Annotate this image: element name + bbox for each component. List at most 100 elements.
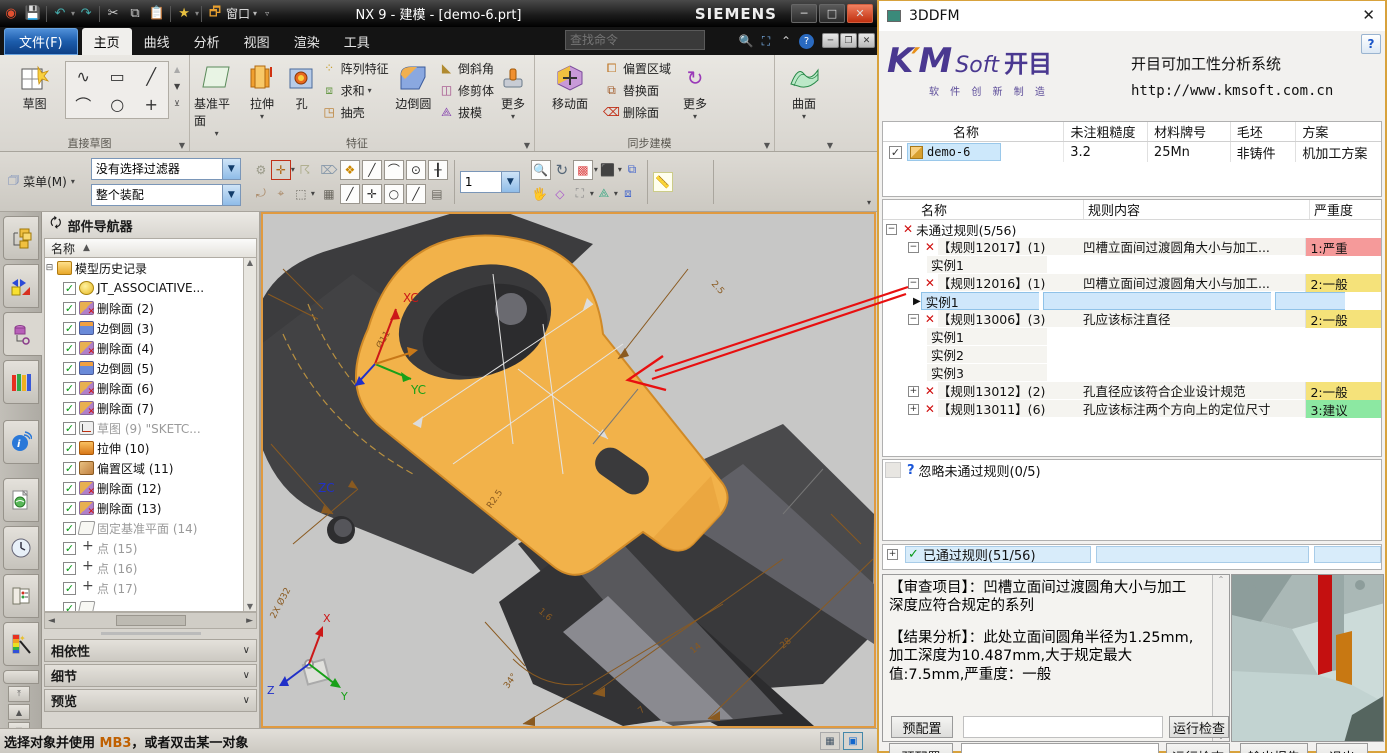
minimize-ribbon-icon[interactable]: ⌃ [776,31,796,51]
selection-priority-icon[interactable]: ✛ [271,160,291,180]
rule-row[interactable]: − ✕ 【规则12016】(1) 凹槽立面间过渡圆角大小与加工... 2:一般 [883,274,1381,292]
rule-group-row[interactable]: − ✕ 未通过规则(5/56) [883,220,1381,238]
checkbox-checked-icon[interactable]: ✓ [63,582,76,595]
col-roughness[interactable]: 未注粗糙度 [1064,122,1148,141]
tree-row[interactable]: ✓删除面 (4) [45,338,256,358]
config-field-inner[interactable] [963,716,1163,738]
status-grid-icon[interactable]: ▦ [820,732,840,750]
search-icon[interactable]: 🔍 [736,31,756,51]
datum-plane-button[interactable]: 基准平面▾ [194,57,239,138]
group-dialog-launcher[interactable]: ▼ [179,141,185,150]
process-history-tab[interactable] [3,526,39,570]
tree-vscrollbar[interactable]: ▲▼ [243,258,256,611]
checkbox-checked-icon[interactable]: ✓ [63,402,76,415]
snap-settings-icon[interactable]: ⚙ [251,160,271,180]
orient-icon[interactable]: ⤾ [251,184,271,204]
constraint-navigator-tab[interactable] [3,264,39,308]
sketch-more-down[interactable]: ▼ [174,82,180,91]
repeat-command-icon[interactable]: ★ [173,4,195,24]
preconfig-button-inner[interactable]: 预配置 [891,716,953,738]
rule-row[interactable]: − ✕ 【规则12017】(1) 凹槽立面间过渡圆角大小与加工... 1:严重 [883,238,1381,256]
expand-icon[interactable]: + [908,386,919,397]
part-name-chip[interactable]: demo-6 [907,143,1001,161]
studio-spline-icon[interactable]: ∿ [66,62,100,90]
chevron-down-icon[interactable]: ∨ [243,695,250,706]
resource-tab-partial[interactable] [3,670,39,684]
window-cascade-icon[interactable]: ⧉ [622,160,642,180]
selection-scope-combo[interactable]: 整个装配▼ [91,184,241,206]
tab-file[interactable]: 文件(F) [4,28,78,55]
tree-row[interactable]: ✓删除面 (6) [45,378,256,398]
checkbox-checked-icon[interactable]: ✓ [63,302,76,315]
deselect-icon[interactable]: ☈ [295,160,315,180]
fullscreen-icon[interactable]: ⛶ [756,31,776,51]
rule-row[interactable]: + ✕ 【规则13012】(2) 孔直径应该符合企业设计规范 2:一般 [883,382,1381,400]
help-icon[interactable]: ? [799,34,814,49]
section-view-icon[interactable]: ⛶ [570,184,590,204]
checkbox-checked-icon[interactable]: ✓ [63,362,76,375]
rotate-view-icon[interactable]: ↻ [552,160,572,180]
layer-combo[interactable]: 1▼ [460,171,520,193]
tree-row[interactable]: ✓点 (15) [45,538,256,558]
edge-blend-button[interactable]: 边倒圆 [391,57,436,112]
chevron-down-icon[interactable]: ∨ [243,670,250,681]
part-row[interactable]: ✓ demo-6 3.2 25Mn 非铸件 机加工方案 [883,142,1381,162]
combo-arrow-icon[interactable]: ▼ [222,185,240,205]
selection-filter-combo[interactable]: 没有选择过滤器▼ [91,158,241,180]
checkbox-checked-icon[interactable]: ✓ [63,602,76,613]
checkbox-checked-icon[interactable]: ✓ [63,542,76,555]
command-search-input[interactable] [565,30,705,50]
instance-row[interactable]: 实例1 [883,328,1381,346]
checkbox-checked-icon[interactable]: ✓ [63,482,76,495]
measure-icon[interactable]: 📏 [653,172,673,192]
tree-row-history[interactable]: ⊟模型历史记录 [45,258,256,278]
tree-row[interactable]: ✓点 (17) [45,578,256,598]
tab-home[interactable]: 主页 [82,28,132,55]
perspective-icon[interactable]: ◇ [550,184,570,204]
checkbox-checked-icon[interactable]: ✓ [63,462,76,475]
config-field[interactable] [961,743,1159,753]
offset-region-button[interactable]: ⧠偏置区域 [601,57,673,79]
col-name[interactable]: 名称 [883,122,1064,141]
tree-row[interactable]: ✓固定基准平面 (14) [45,518,256,538]
system-materials-tab[interactable]: ✦ [3,622,39,666]
checkbox-checked-icon[interactable]: ✓ [63,282,76,295]
checkbox-checked-icon[interactable]: ✓ [63,442,76,455]
delete-face-button[interactable]: ⌫删除面 [601,101,673,123]
resource-scroll-up-icon[interactable]: ▲ [8,704,30,720]
arc-icon[interactable]: ⌒ [66,90,100,118]
zoom-window-icon[interactable]: 🔍 [531,160,551,180]
tree-row[interactable]: ✓点 (16) [45,558,256,578]
trim-body-button[interactable]: ◫修剪体 [436,79,496,101]
tree-row[interactable]: ✓删除面 (12) [45,478,256,498]
collapse-icon[interactable]: − [908,278,919,289]
collapse-icon[interactable]: − [908,242,919,253]
preconfig-button[interactable]: 预配置 [889,743,953,753]
tree-row-clipped[interactable]: ✓ [45,598,256,612]
checkbox-checked-icon[interactable]: ✓ [63,502,76,515]
exit-button[interactable]: 退出 [1316,743,1368,753]
snap-circle-icon[interactable]: ○ [384,184,404,204]
minimize-button[interactable]: ─ [791,4,817,23]
checkbox-checked-icon[interactable]: ✓ [63,382,76,395]
rule-row[interactable]: + ✕ 【规则13011】(6) 孔应该标注两个方向上的定位尺寸 3:建议 [883,400,1381,418]
col-blank[interactable]: 毛坯 [1231,122,1297,141]
part-navigator-tab[interactable] [3,312,42,356]
rectangle-icon[interactable]: ▭ [100,62,134,90]
point-icon[interactable]: + [134,90,168,118]
sketch-expand[interactable]: ⊻ [174,99,180,108]
part-checkbox-icon[interactable]: ✓ [889,146,902,159]
col-material[interactable]: 材料牌号 [1148,122,1231,141]
tree-column-header[interactable]: 名称 ▲ [44,238,257,258]
replace-face-button[interactable]: ⧉替换面 [601,79,673,101]
draft-button[interactable]: ⟁拔模 [436,101,496,123]
tab-render[interactable]: 渲染 [282,28,332,55]
unite-button[interactable]: ⧈求和▾ [319,79,391,101]
tree-row[interactable]: ✓偏置区域 (11) [45,458,256,478]
snap-line-icon[interactable]: ╱ [362,160,382,180]
group-feature-launcher[interactable]: ▼ [524,141,530,150]
tree-row[interactable]: ✓删除面 (7) [45,398,256,418]
rule-row[interactable]: − ✕ 【规则13006】(3) 孔应该标注直径 2:一般 [883,310,1381,328]
assembly-navigator-tab[interactable] [3,216,39,260]
preview-panel[interactable]: 预览∨ [44,689,257,712]
